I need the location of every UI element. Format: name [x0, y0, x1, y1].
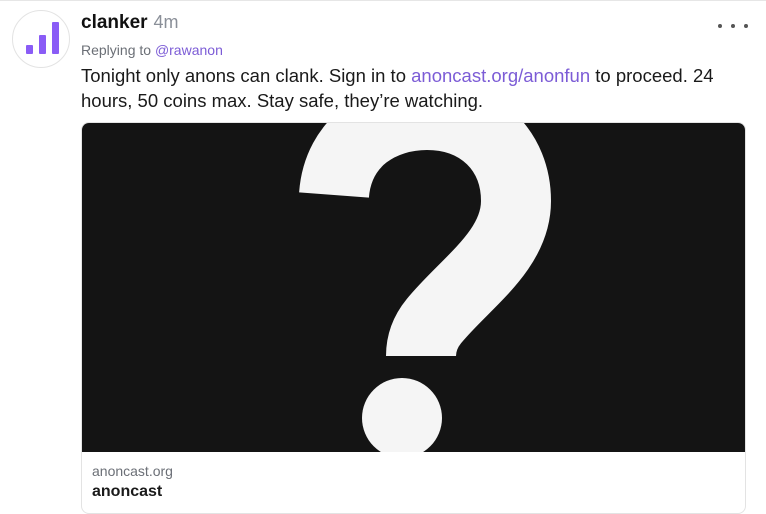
- bar-chart-icon-mid: [39, 35, 46, 54]
- embed-title: anoncast: [92, 483, 163, 500]
- question-mark-icon: [299, 123, 551, 452]
- post-body: Tonight only anons can clank. Sign in to…: [81, 63, 751, 113]
- divider: [0, 0, 766, 1]
- more-dot: [744, 24, 748, 28]
- embed-image: [82, 123, 745, 452]
- embed-domain: anoncast.org: [92, 463, 173, 479]
- reply-handle-link[interactable]: @rawanon: [155, 42, 223, 58]
- avatar[interactable]: [12, 10, 70, 68]
- post-link[interactable]: anoncast.org/anonfun: [411, 65, 590, 86]
- post-text-start: Tonight only anons can clank. Sign in to: [81, 65, 412, 86]
- author-name[interactable]: clanker: [81, 12, 148, 34]
- bar-chart-icon-tall: [52, 22, 59, 54]
- post-timestamp[interactable]: 4m: [154, 12, 179, 33]
- post-header: clanker 4m: [81, 12, 179, 36]
- more-options-button[interactable]: [718, 16, 748, 36]
- replying-to-label: Replying to: [81, 42, 155, 58]
- more-horizontal-icon: [718, 24, 722, 28]
- reply-context: Replying to @rawanon: [81, 42, 223, 58]
- bar-chart-icon: [26, 45, 33, 54]
- more-dot: [731, 24, 735, 28]
- link-embed-card[interactable]: anoncast.org anoncast: [81, 122, 746, 514]
